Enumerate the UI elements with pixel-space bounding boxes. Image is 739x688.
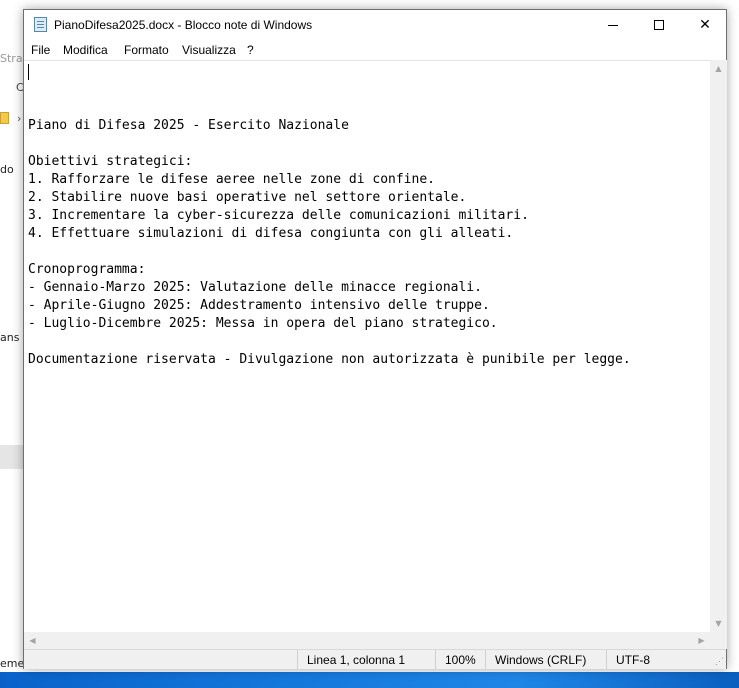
document-line: Documentazione riservata - Divulgazione … <box>28 352 631 367</box>
menu-edit[interactable]: Modifica <box>63 43 108 57</box>
scroll-up-icon[interactable]: ▲ <box>710 60 727 77</box>
horizontal-scrollbar[interactable]: ◀ ▶ <box>24 632 710 649</box>
maximize-button[interactable] <box>636 10 682 40</box>
scroll-left-icon[interactable]: ◀ <box>24 632 41 649</box>
title-bar[interactable]: PianoDifesa2025.docx - Blocco note di Wi… <box>24 10 726 40</box>
menu-format[interactable]: Formato <box>124 43 169 57</box>
document-line: 1. Rafforzare le difese aeree nelle zone… <box>28 172 435 187</box>
scrollbar-corner <box>710 632 727 649</box>
window-title: PianoDifesa2025.docx - Blocco note di Wi… <box>54 18 313 32</box>
document-line: - Gennaio-Marzo 2025: Valutazione delle … <box>28 280 482 295</box>
document-line: 4. Effettuare simulazioni di difesa cong… <box>28 226 514 241</box>
document-line: - Aprile-Giugno 2025: Addestramento inte… <box>28 298 490 313</box>
background-list-item[interactable]: ans <box>0 331 19 344</box>
close-icon: ✕ <box>699 17 711 33</box>
document-line <box>28 135 710 153</box>
minimize-button[interactable] <box>590 10 636 40</box>
taskbar[interactable] <box>0 672 739 688</box>
document-line: Obiettivi strategici: <box>28 154 193 169</box>
text-caret <box>28 64 29 80</box>
scroll-down-icon[interactable]: ▼ <box>710 615 727 632</box>
scroll-right-icon[interactable]: ▶ <box>693 632 710 649</box>
maximize-icon <box>654 20 664 30</box>
minimize-icon <box>608 24 618 26</box>
notepad-window: PianoDifesa2025.docx - Blocco note di Wi… <box>23 9 727 669</box>
document-line: 3. Incrementare la cyber-sicurezza delle… <box>28 208 529 223</box>
document-line: Piano di Difesa 2025 - Esercito Nazional… <box>28 118 349 133</box>
folder-icon <box>0 112 9 124</box>
status-zoom: 100% <box>435 650 485 669</box>
menu-view[interactable]: Visualizza <box>182 43 236 57</box>
background-selected-item[interactable] <box>0 445 24 469</box>
close-button[interactable]: ✕ <box>682 10 728 40</box>
text-editor[interactable]: Piano di Difesa 2025 - Esercito Nazional… <box>24 60 710 632</box>
document-line: 2. Stabilire nuove basi operative nel se… <box>28 190 467 205</box>
background-list-item[interactable]: do <box>0 163 14 176</box>
document-line: Cronoprogramma: <box>28 262 146 277</box>
status-bar: Linea 1, colonna 1 100% Windows (CRLF) U… <box>24 649 726 669</box>
notepad-icon[interactable] <box>34 17 47 32</box>
document-line <box>28 333 710 351</box>
status-encoding: UTF-8 <box>606 650 726 669</box>
menu-file[interactable]: File <box>31 43 50 57</box>
chevron-right-icon: › <box>17 112 22 125</box>
document-line: - Luglio-Dicembre 2025: Messa in opera d… <box>28 316 498 331</box>
menu-help[interactable]: ? <box>247 43 254 57</box>
document-line <box>28 243 710 261</box>
status-cursor-position: Linea 1, colonna 1 <box>297 650 435 669</box>
status-line-ending: Windows (CRLF) <box>485 650 606 669</box>
vertical-scrollbar[interactable]: ▲ ▼ <box>710 60 727 632</box>
resize-grip-icon[interactable]: ⋰ <box>715 656 724 667</box>
menu-bar: File Modifica Formato Visualizza ? <box>24 40 726 60</box>
